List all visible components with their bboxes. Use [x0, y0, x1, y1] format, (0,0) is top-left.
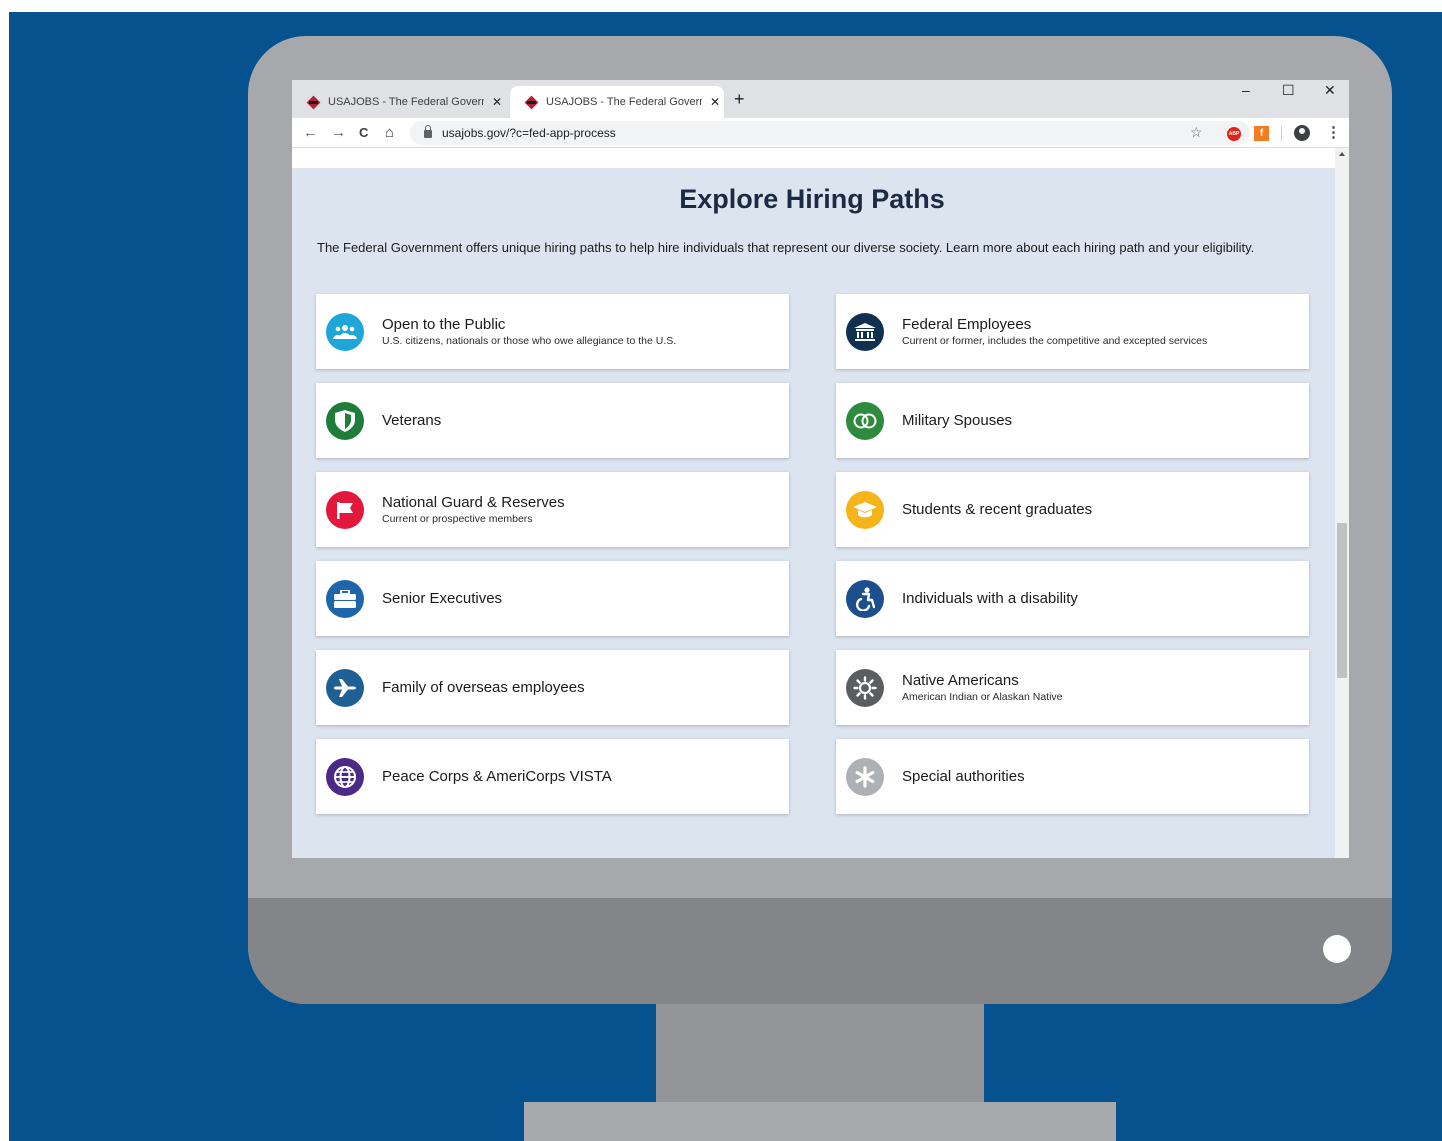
card-label: Peace Corps & AmeriCorps VISTA [382, 768, 612, 785]
bookmark-star-icon[interactable]: ☆ [1190, 124, 1203, 141]
tab-usajobs-2[interactable]: USAJOBS - The Federal Governm ✕ [510, 86, 724, 118]
reload-button[interactable]: C [359, 125, 368, 140]
people-icon [326, 313, 364, 351]
monitor-chin [248, 898, 1392, 1004]
extension-icon[interactable]: f [1254, 126, 1269, 141]
graduation-cap-icon [846, 491, 884, 529]
forward-button[interactable]: → [331, 124, 346, 141]
lock-icon [424, 125, 432, 138]
path-card-native-americans[interactable]: Native Americans American Indian or Alas… [836, 650, 1309, 725]
tab-strip: USAJOBS - The Federal Governm ✕ USAJOBS … [292, 80, 1349, 118]
adblock-extension-icon[interactable]: ABP [1227, 127, 1241, 141]
path-card-federal-employees[interactable]: Federal Employees Current or former, inc… [836, 294, 1309, 369]
flag-icon [326, 491, 364, 529]
path-card-open-to-the-public[interactable]: Open to the Public U.S. citizens, nation… [316, 294, 789, 369]
card-description: Current or former, includes the competit… [902, 335, 1208, 347]
path-card-veterans[interactable]: Veterans [316, 383, 789, 458]
usajobs-favicon-icon [306, 95, 321, 110]
tab-close-icon[interactable]: ✕ [492, 95, 502, 109]
asterisk-icon [846, 758, 884, 796]
card-description: U.S. citizens, nationals or those who ow… [382, 335, 677, 347]
page-intro: The Federal Government offers unique hir… [317, 240, 1255, 255]
card-label: Open to the Public [382, 316, 506, 333]
page-top-strip [292, 148, 1335, 168]
card-label: Native Americans [902, 672, 1019, 689]
profile-icon[interactable] [1294, 125, 1310, 141]
maximize-button[interactable]: ☐ [1282, 82, 1295, 99]
path-card-military-spouses[interactable]: Military Spouses [836, 383, 1309, 458]
path-card-individuals-with-a-disability[interactable]: Individuals with a disability [836, 561, 1309, 636]
card-label: Special authorities [902, 768, 1025, 785]
airplane-icon [326, 669, 364, 707]
globe-icon [326, 758, 364, 796]
tab-title: USAJOBS - The Federal Governm [546, 96, 702, 108]
tab-close-icon[interactable]: ✕ [710, 95, 720, 109]
new-tab-button[interactable]: + [734, 89, 745, 110]
sun-icon [846, 669, 884, 707]
monitor-stand-base [524, 1102, 1116, 1141]
accessibility-icon [846, 580, 884, 618]
home-button[interactable]: ⌂ [385, 124, 394, 141]
browser-toolbar: ← → C ⌂ usajobs.gov/?c=fed-app-process ☆… [292, 118, 1349, 148]
card-label: Federal Employees [902, 316, 1032, 333]
scroll-up-icon[interactable] [1339, 152, 1345, 156]
close-window-button[interactable]: ✕ [1324, 82, 1336, 99]
browser-window: USAJOBS - The Federal Governm ✕ USAJOBS … [292, 80, 1349, 858]
card-label: Individuals with a disability [902, 590, 1078, 607]
card-label: Military Spouses [902, 412, 1013, 429]
path-card-national-guard-reserves[interactable]: National Guard & Reserves Current or pro… [316, 472, 789, 547]
path-card-students-recent-graduates[interactable]: Students & recent graduates [836, 472, 1309, 547]
path-card-senior-executives[interactable]: Senior Executives [316, 561, 789, 636]
path-card-special-authorities[interactable]: Special authorities [836, 739, 1309, 814]
card-label: Veterans [382, 412, 442, 429]
card-label: Senior Executives [382, 590, 503, 607]
scrollbar[interactable] [1335, 148, 1349, 858]
usajobs-favicon-icon [524, 95, 539, 110]
shield-icon [326, 402, 364, 440]
toolbar-divider [1281, 126, 1282, 141]
path-card-peace-corps-americorps-vista[interactable]: Peace Corps & AmeriCorps VISTA [316, 739, 789, 814]
address-bar[interactable]: usajobs.gov/?c=fed-app-process [410, 121, 1250, 145]
path-card-family-of-overseas-employees[interactable]: Family of overseas employees [316, 650, 789, 725]
card-description: American Indian or Alaskan Native [902, 691, 1063, 703]
power-button [1323, 935, 1351, 963]
card-label: Family of overseas employees [382, 679, 585, 696]
hiring-paths-section: Explore Hiring Paths The Federal Governm… [292, 168, 1335, 858]
rings-icon [846, 402, 884, 440]
tab-usajobs-1[interactable]: USAJOBS - The Federal Governm ✕ [292, 86, 508, 118]
tab-title: USAJOBS - The Federal Governm [328, 96, 484, 108]
card-description: Current or prospective members [382, 513, 533, 525]
building-icon [846, 313, 884, 351]
monitor-stand-neck [656, 1004, 984, 1102]
card-label: Students & recent graduates [902, 501, 1093, 518]
url-text: usajobs.gov/?c=fed-app-process [442, 126, 616, 140]
page-title: Explore Hiring Paths [679, 184, 945, 214]
back-button[interactable]: ← [303, 124, 318, 141]
card-label: National Guard & Reserves [382, 494, 565, 511]
minimize-button[interactable]: – [1242, 82, 1250, 98]
scrollbar-thumb[interactable] [1337, 523, 1347, 678]
briefcase-icon [326, 580, 364, 618]
menu-button[interactable]: ⋮ [1326, 123, 1341, 141]
